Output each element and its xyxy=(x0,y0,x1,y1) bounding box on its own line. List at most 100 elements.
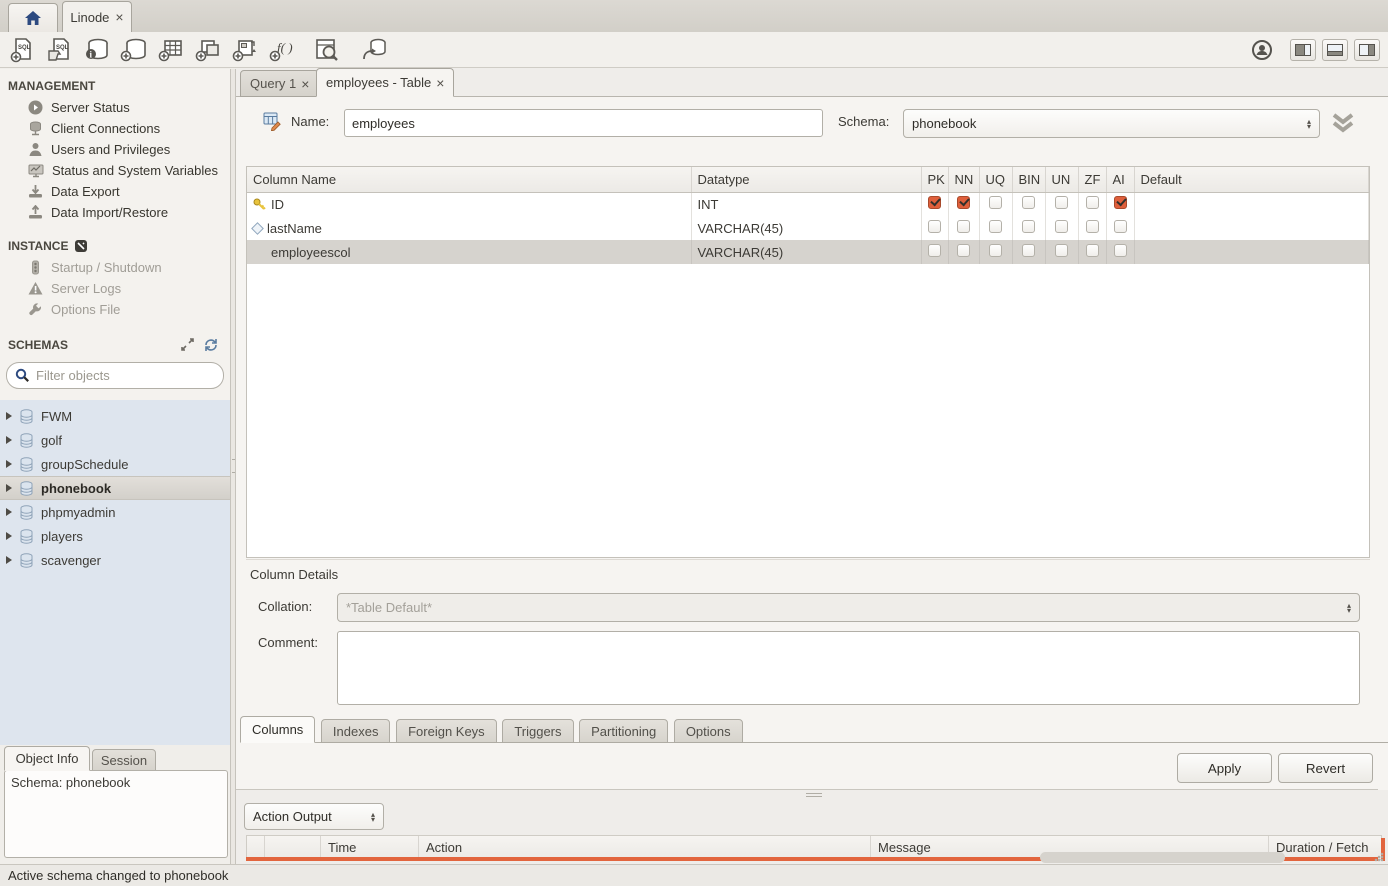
checkbox-pk[interactable] xyxy=(928,244,941,257)
apply-button[interactable]: Apply xyxy=(1177,753,1272,783)
schema-item-fwm[interactable]: FWM xyxy=(0,404,230,428)
schema-item-phpmyadmin[interactable]: phpmyadmin xyxy=(0,500,230,524)
checkbox-bin[interactable] xyxy=(1022,196,1035,209)
sidebar-item-server-logs[interactable]: Server Logs xyxy=(0,278,230,299)
filter-objects-input[interactable] xyxy=(36,368,215,383)
tab-columns[interactable]: Columns xyxy=(240,716,315,743)
toggle-left-panel-icon[interactable] xyxy=(1290,39,1316,61)
checkbox-ai[interactable] xyxy=(1114,220,1127,233)
output-col-duration[interactable]: Duration / Fetch xyxy=(1269,836,1381,859)
tab-session[interactable]: Session xyxy=(92,749,156,771)
expand-panel-icon[interactable] xyxy=(181,338,194,352)
col-header-ai[interactable]: AI xyxy=(1106,167,1134,192)
col-header-bin[interactable]: BIN xyxy=(1012,167,1045,192)
col-header-default[interactable]: Default xyxy=(1134,167,1369,192)
reconnect-db-icon[interactable] xyxy=(359,36,389,64)
new-query-tab-icon[interactable]: SQL xyxy=(8,36,38,64)
tab-triggers[interactable]: Triggers xyxy=(502,719,573,743)
col-header-pk[interactable]: PK xyxy=(921,167,948,192)
revert-button[interactable]: Revert xyxy=(1278,753,1373,783)
close-icon[interactable]: × xyxy=(301,77,309,91)
close-icon[interactable]: × xyxy=(436,76,444,90)
checkbox-pk[interactable] xyxy=(928,220,941,233)
sidebar-item-data-import[interactable]: Data Import/Restore xyxy=(0,202,230,223)
checkbox-nn[interactable] xyxy=(957,196,970,209)
col-header-zf[interactable]: ZF xyxy=(1078,167,1106,192)
col-header-datatype[interactable]: Datatype xyxy=(691,167,921,192)
col-header-uq[interactable]: UQ xyxy=(979,167,1012,192)
create-procedure-icon[interactable] xyxy=(230,36,260,64)
create-function-icon[interactable]: f( ) xyxy=(267,36,297,64)
output-splitter[interactable] xyxy=(236,790,1388,800)
schema-item-players[interactable]: players xyxy=(0,524,230,548)
checkbox-uq[interactable] xyxy=(989,196,1002,209)
sidebar-item-client-connections[interactable]: Client Connections xyxy=(0,118,230,139)
checkbox-ai[interactable] xyxy=(1114,244,1127,257)
checkbox-bin[interactable] xyxy=(1022,220,1035,233)
horizontal-scrollbar[interactable] xyxy=(1040,852,1285,863)
inspect-database-icon[interactable]: i xyxy=(82,36,112,64)
expander-arrow-icon[interactable] xyxy=(6,508,12,516)
table-row[interactable]: ID INT xyxy=(247,192,1369,216)
tab-foreign-keys[interactable]: Foreign Keys xyxy=(396,719,497,743)
expander-arrow-icon[interactable] xyxy=(6,532,12,540)
tab-options[interactable]: Options xyxy=(674,719,743,743)
tab-indexes[interactable]: Indexes xyxy=(321,719,391,743)
sidebar-item-server-status[interactable]: Server Status xyxy=(0,97,230,118)
checkbox-bin[interactable] xyxy=(1022,244,1035,257)
schema-item-scavenger[interactable]: scavenger xyxy=(0,548,230,572)
create-view-icon[interactable] xyxy=(193,36,223,64)
table-name-input[interactable] xyxy=(344,109,823,137)
open-sql-script-icon[interactable]: SQL xyxy=(45,36,75,64)
sidebar-item-status-variables[interactable]: Status and System Variables xyxy=(0,160,230,181)
create-schema-icon[interactable] xyxy=(119,36,149,64)
sidebar-item-data-export[interactable]: Data Export xyxy=(0,181,230,202)
checkbox-uq[interactable] xyxy=(989,244,1002,257)
output-col-action[interactable]: Action xyxy=(419,836,871,859)
output-selector[interactable]: Action Output ▴▾ xyxy=(244,803,384,830)
home-tab[interactable] xyxy=(8,3,58,32)
checkbox-uq[interactable] xyxy=(989,220,1002,233)
resize-grip[interactable] xyxy=(1374,852,1384,862)
col-header-un[interactable]: UN xyxy=(1045,167,1078,192)
schema-item-groupschedule[interactable]: groupSchedule xyxy=(0,452,230,476)
checkbox-ai[interactable] xyxy=(1114,196,1127,209)
search-data-icon[interactable] xyxy=(312,36,342,64)
sidebar-item-users-privileges[interactable]: Users and Privileges xyxy=(0,139,230,160)
output-col-time[interactable]: Time xyxy=(321,836,419,859)
expander-arrow-icon[interactable] xyxy=(6,436,12,444)
expander-arrow-icon[interactable] xyxy=(6,484,12,492)
refresh-schemas-icon[interactable] xyxy=(204,338,218,352)
col-header-column-name[interactable]: Column Name xyxy=(247,167,691,192)
expand-header-chevron-icon[interactable] xyxy=(1330,111,1356,135)
comment-textarea[interactable] xyxy=(337,631,1360,705)
tab-partitioning[interactable]: Partitioning xyxy=(579,719,668,743)
schema-item-phonebook[interactable]: phonebook xyxy=(0,476,230,500)
table-row[interactable]: lastName VARCHAR(45) xyxy=(247,216,1369,240)
expander-arrow-icon[interactable] xyxy=(6,460,12,468)
toggle-right-panel-icon[interactable] xyxy=(1354,39,1380,61)
tab-query-1[interactable]: Query 1 × xyxy=(240,70,319,97)
create-table-icon[interactable] xyxy=(156,36,186,64)
schema-select[interactable]: phonebook ▴▾ xyxy=(903,109,1320,138)
close-icon[interactable]: × xyxy=(115,10,123,24)
expander-arrow-icon[interactable] xyxy=(6,556,12,564)
tab-object-info[interactable]: Object Info xyxy=(4,746,90,771)
schema-item-golf[interactable]: golf xyxy=(0,428,230,452)
checkbox-nn[interactable] xyxy=(957,244,970,257)
checkbox-un[interactable] xyxy=(1055,244,1068,257)
checkbox-zf[interactable] xyxy=(1086,244,1099,257)
checkbox-zf[interactable] xyxy=(1086,196,1099,209)
checkbox-pk[interactable] xyxy=(928,196,941,209)
connection-tab-linode[interactable]: Linode × xyxy=(62,1,132,32)
checkbox-nn[interactable] xyxy=(957,220,970,233)
checkbox-un[interactable] xyxy=(1055,220,1068,233)
expander-arrow-icon[interactable] xyxy=(6,412,12,420)
checkbox-zf[interactable] xyxy=(1086,220,1099,233)
sidebar-item-startup-shutdown[interactable]: Startup / Shutdown xyxy=(0,257,230,278)
toggle-bottom-panel-icon[interactable] xyxy=(1322,39,1348,61)
sidebar-item-options-file[interactable]: Options File xyxy=(0,299,230,320)
table-row[interactable]: employeescol VARCHAR(45) xyxy=(247,240,1369,264)
checkbox-un[interactable] xyxy=(1055,196,1068,209)
col-header-nn[interactable]: NN xyxy=(948,167,979,192)
